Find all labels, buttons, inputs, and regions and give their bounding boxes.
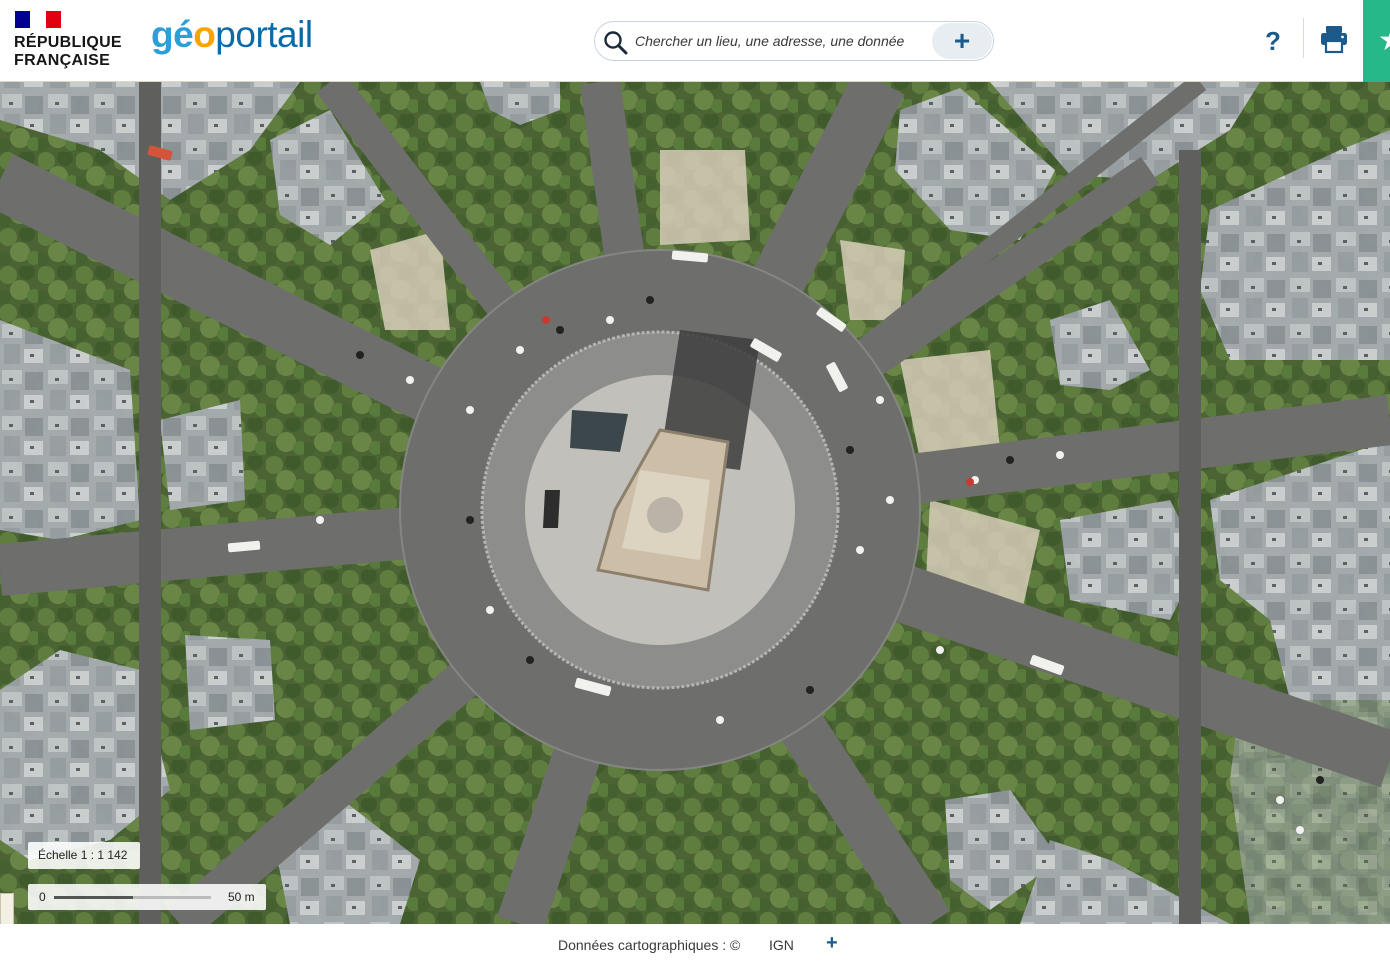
republique-francaise-block[interactable]: RÉPUBLIQUE FRANÇAISE xyxy=(14,34,122,70)
attribution-provider-link[interactable]: IGN xyxy=(769,937,794,953)
minimap-thumbnail xyxy=(1,923,2,924)
logo-part-portail: portail xyxy=(215,14,313,55)
republic-line-1: RÉPUBLIQUE xyxy=(14,34,122,51)
geoportail-logo[interactable]: géoportail xyxy=(151,13,313,57)
plus-icon: + xyxy=(953,25,971,56)
scale-bar: 0 50 m xyxy=(28,884,266,910)
marianne-flag-logo xyxy=(15,11,61,28)
search-box: + xyxy=(594,21,994,61)
overview-minimap[interactable]: Me xyxy=(0,893,14,924)
star-icon: ★ xyxy=(1378,26,1390,56)
top-header: RÉPUBLIQUE FRANÇAISE géoportail + ? ★ xyxy=(0,0,1390,82)
attribution-expand-button[interactable]: + xyxy=(826,932,838,955)
header-divider xyxy=(1303,18,1304,58)
attribution-text: Données cartographiques : © xyxy=(558,937,741,953)
attribution-footer: Données cartographiques : © IGN + xyxy=(0,924,1390,962)
print-icon[interactable] xyxy=(1318,23,1350,55)
advanced-search-button[interactable]: + xyxy=(932,23,992,59)
search-icon[interactable] xyxy=(603,30,629,56)
plus-icon: + xyxy=(826,932,838,954)
scale-zero: 0 xyxy=(39,890,46,904)
scale-line xyxy=(54,896,211,899)
help-button[interactable]: ? xyxy=(1262,24,1284,58)
favorites-tab[interactable]: ★ xyxy=(1363,0,1390,82)
logo-part-o: o xyxy=(193,14,216,55)
map-view[interactable]: Me xyxy=(0,82,1390,924)
republic-line-2: FRANÇAISE xyxy=(14,52,111,69)
search-input[interactable] xyxy=(635,28,921,54)
scale-ratio: Échelle 1 : 1 142 xyxy=(28,842,140,869)
aerial-imagery xyxy=(0,82,1390,924)
scale-max: 50 m xyxy=(228,890,255,904)
logo-part-ge: gé xyxy=(151,14,194,55)
